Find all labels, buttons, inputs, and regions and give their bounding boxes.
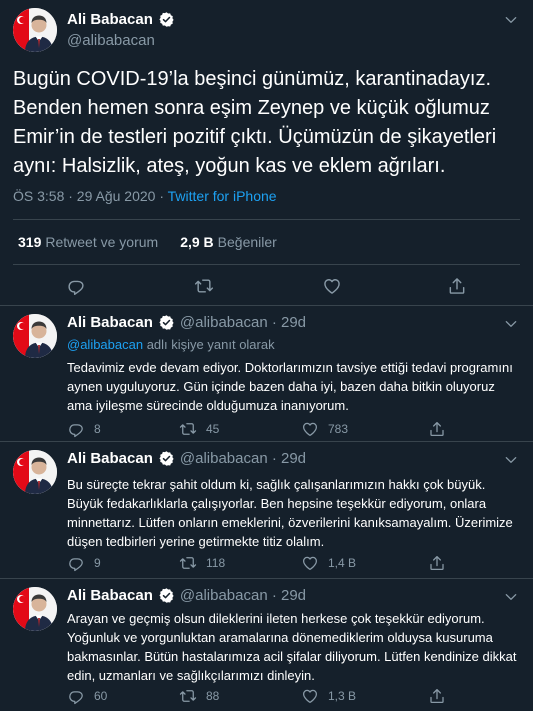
main-tweet: Ali Babacan @alibabacan Bugün COVID-19’l…: [0, 0, 533, 306]
like-icon: [301, 687, 319, 705]
replying-to: @alibabacan adlı kişiye yanıt olarak: [67, 337, 275, 352]
reply-count: 60: [94, 689, 108, 703]
reply-icon: [67, 420, 85, 438]
retweet-icon[interactable]: [194, 276, 214, 296]
replying-to-label: adlı kişiye yanıt olarak: [143, 337, 275, 352]
divider: [13, 264, 520, 265]
like-action[interactable]: 1,3 B: [301, 687, 356, 705]
retweet-action[interactable]: 88: [179, 687, 219, 705]
share-action[interactable]: [428, 420, 446, 438]
tweet-text: Bugün COVID-19’la beşinci günümüz, karan…: [13, 68, 497, 177]
reply-header: Ali Babacan @alibabacan · 29d: [67, 450, 306, 467]
reply-header: Ali Babacan @alibabacan · 29d: [67, 314, 306, 331]
reply-actions: 60 88 1,3 B: [67, 687, 467, 705]
reply-action[interactable]: 9: [67, 554, 101, 572]
retweet-action[interactable]: 118: [179, 554, 225, 572]
author-handle[interactable]: @alibabacan: [67, 32, 155, 49]
like-icon: [301, 554, 319, 572]
share-action[interactable]: [428, 554, 446, 572]
retweets-stat[interactable]: 319 Retweet ve yorum: [18, 234, 158, 250]
avatar[interactable]: [13, 587, 57, 631]
reply-actions: 8 45 783: [67, 420, 467, 438]
retweets-label: Retweet ve yorum: [45, 234, 159, 250]
like-count: 783: [328, 422, 349, 436]
divider: [13, 219, 520, 220]
like-icon[interactable]: [322, 276, 342, 296]
reply-action[interactable]: 60: [67, 687, 107, 705]
reply-tweet[interactable]: Ali Babacan @alibabacan · 29d @alibabaca…: [0, 306, 533, 442]
author-handle[interactable]: @alibabacan · 29d: [180, 314, 306, 331]
retweet-count: 118: [206, 556, 226, 570]
author-name[interactable]: Ali Babacan: [67, 314, 153, 331]
retweets-count: 319: [18, 234, 42, 250]
reply-text: Tedavimiz evde devam ediyor. Doktorlarım…: [67, 360, 513, 413]
chevron-down-icon[interactable]: [503, 452, 519, 468]
reply-count: 9: [94, 556, 101, 570]
retweet-count: 88: [206, 689, 220, 703]
like-action[interactable]: 783: [301, 420, 348, 438]
avatar[interactable]: [13, 8, 57, 52]
reply-count: 8: [94, 422, 101, 436]
like-count: 1,3 B: [328, 689, 357, 703]
verified-badge-icon: [158, 450, 175, 467]
retweet-count: 45: [206, 422, 220, 436]
chevron-down-icon[interactable]: [503, 316, 519, 332]
reply-text: Arayan ve geçmiş olsun dileklerini ilete…: [67, 611, 517, 683]
reply-icon: [67, 687, 85, 705]
verified-badge-icon: [158, 11, 175, 28]
author-name[interactable]: Ali Babacan: [67, 11, 153, 28]
retweet-icon: [179, 554, 197, 572]
reply-actions: 9 118 1,4 B: [67, 554, 467, 572]
share-icon[interactable]: [447, 276, 467, 296]
share-icon: [428, 420, 446, 438]
author-name[interactable]: Ali Babacan: [67, 587, 153, 604]
share-icon: [428, 687, 446, 705]
mention-link[interactable]: @alibabacan: [67, 337, 143, 352]
source-link[interactable]: Twitter for iPhone: [168, 188, 277, 204]
verified-badge-icon: [158, 587, 175, 604]
chevron-down-icon[interactable]: [503, 12, 519, 28]
reply-tweet[interactable]: Ali Babacan @alibabacan · 29d Bu süreçte…: [0, 442, 533, 579]
like-action[interactable]: 1,4 B: [301, 554, 356, 572]
likes-count: 2,9 B: [180, 234, 214, 250]
author-handle[interactable]: @alibabacan · 29d: [180, 450, 306, 467]
timestamp[interactable]: ÖS 3:58 · 29 Ağu 2020 ·: [13, 188, 168, 204]
tweet-actions: [0, 276, 533, 298]
like-icon: [301, 420, 319, 438]
retweet-icon: [179, 420, 197, 438]
retweet-icon: [179, 687, 197, 705]
reply-icon[interactable]: [66, 276, 86, 296]
share-icon: [428, 554, 446, 572]
avatar[interactable]: [13, 314, 57, 358]
retweet-action[interactable]: 45: [179, 420, 219, 438]
reply-action[interactable]: 8: [67, 420, 101, 438]
share-action[interactable]: [428, 687, 446, 705]
like-count: 1,4 B: [328, 556, 357, 570]
reply-header: Ali Babacan @alibabacan · 29d: [67, 587, 306, 604]
reply-tweet[interactable]: Ali Babacan @alibabacan · 29d Arayan ve …: [0, 579, 533, 711]
avatar[interactable]: [13, 450, 57, 494]
likes-label: Beğeniler: [217, 234, 277, 250]
verified-badge-icon: [158, 314, 175, 331]
author-handle[interactable]: @alibabacan · 29d: [180, 587, 306, 604]
likes-stat[interactable]: 2,9 B Beğeniler: [180, 234, 277, 250]
reply-text: Bu süreçte tekrar şahit oldum ki, sağlık…: [67, 477, 513, 549]
tweet-stats: 319 Retweet ve yorum 2,9 B Beğeniler: [18, 234, 277, 250]
reply-icon: [67, 554, 85, 572]
tweet-meta: ÖS 3:58 · 29 Ağu 2020 · Twitter for iPho…: [13, 188, 277, 204]
author-name-row[interactable]: Ali Babacan: [67, 11, 175, 28]
chevron-down-icon[interactable]: [503, 589, 519, 605]
author-name[interactable]: Ali Babacan: [67, 450, 153, 467]
